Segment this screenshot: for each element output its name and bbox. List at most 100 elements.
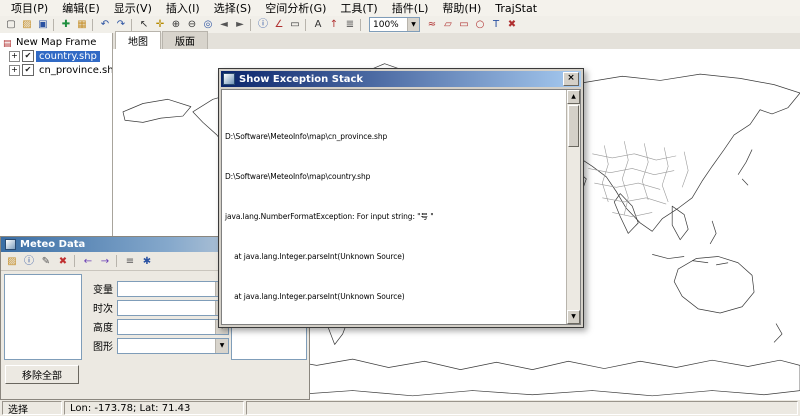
data-list-button[interactable]: ≡	[122, 254, 138, 269]
toolbar-button-icon: ▦	[77, 17, 86, 32]
draw-polyline-tool[interactable]: ≈	[424, 17, 440, 32]
draw-rectangle-tool[interactable]: ▭	[456, 17, 472, 32]
stack-trace-line: D:\Software\MeteoInfo\map\country.shp	[225, 172, 563, 182]
menu-item[interactable]: 选择(S)	[207, 0, 259, 17]
toolbar-button-icon: ←	[84, 254, 92, 269]
layers-tree: New Map Frame country.shp	[0, 33, 112, 80]
identify-tool[interactable]: ⓘ	[255, 17, 271, 32]
measure-tool[interactable]: ∠	[271, 17, 287, 32]
menu-item[interactable]: 显示(V)	[107, 0, 159, 17]
layer-label[interactable]: cn_province.shp	[36, 65, 113, 76]
dialog-scrollbar[interactable]: ▲ ▼	[566, 90, 580, 324]
zoom-previous-button[interactable]: ◄	[216, 17, 232, 32]
chevron-down-icon: ▼	[215, 339, 228, 353]
stack-trace-line: D:\Software\MeteoInfo\map\cn_province.sh…	[225, 132, 563, 142]
menu-bar: 项目(P) 编辑(E) 显示(V) 插入(I) 选择(S) 空间分析(G) 工具…	[0, 0, 800, 17]
open-project-button[interactable]: ▨	[19, 17, 35, 32]
field-combo[interactable]: ▼	[117, 300, 229, 316]
open-meteo-data-button[interactable]: ▦	[74, 17, 90, 32]
toolbar-button-icon: ∠	[275, 17, 284, 32]
menu-item[interactable]: 编辑(E)	[55, 0, 107, 17]
view-tab[interactable]: 地图	[115, 31, 161, 50]
remove-data-button[interactable]: ✖	[55, 254, 71, 269]
draw-setting-button[interactable]: ✱	[139, 254, 155, 269]
legend-editor-button[interactable]: ≣	[342, 17, 358, 32]
scrollbar-track[interactable]	[567, 148, 580, 310]
dataset-listbox[interactable]	[4, 274, 82, 360]
menu-item[interactable]: 项目(P)	[4, 0, 55, 17]
scrollbar-thumb[interactable]	[568, 105, 579, 147]
layer-visibility-checkbox[interactable]	[22, 50, 34, 62]
map-frame-node[interactable]: New Map Frame	[1, 36, 111, 49]
toolbar-button-icon: ▢	[6, 17, 15, 32]
field-combo[interactable]: ▼	[117, 319, 229, 335]
status-bar: 选择 Lon: -173.78; Lat: 71.43	[0, 400, 800, 416]
scroll-down-icon[interactable]: ▼	[567, 310, 580, 324]
toolbar-button-icon: ▣	[38, 17, 47, 32]
previous-time-button[interactable]: ←	[80, 254, 96, 269]
undo-button[interactable]: ↶	[97, 17, 113, 32]
toolbar-button-icon: ≡	[126, 254, 134, 269]
stack-trace-line: at java.lang.Integer.parseInt(Unknown So…	[225, 252, 563, 262]
close-icon[interactable]	[563, 72, 579, 86]
toolbar-button-icon: ▭	[459, 17, 468, 32]
toolbar-separator	[360, 19, 363, 31]
pan-tool[interactable]: ✛	[152, 17, 168, 32]
field-combo[interactable]: ▼	[117, 281, 229, 297]
redo-button[interactable]: ↷	[113, 17, 129, 32]
toolbar-separator	[53, 19, 56, 31]
toolbar-button-icon: ≈	[428, 17, 436, 32]
dialog-titlebar[interactable]: Show Exception Stack	[221, 71, 581, 87]
zoom-level-combo[interactable]: 100% ▼	[369, 17, 420, 32]
field-label: 图形	[85, 338, 113, 353]
field-combo[interactable]: ▼	[117, 338, 229, 354]
toolbar-separator	[74, 255, 77, 267]
label-button[interactable]: A	[310, 17, 326, 32]
toolbar-button-icon: ✛	[156, 17, 164, 32]
expand-icon[interactable]	[9, 51, 20, 62]
menu-item[interactable]: 插入(I)	[159, 0, 207, 17]
layer-row[interactable]: country.shp	[1, 49, 111, 63]
zoom-next-button[interactable]: ►	[232, 17, 248, 32]
data-info-button[interactable]: ⓘ	[21, 254, 37, 269]
new-project-button[interactable]: ▢	[3, 17, 19, 32]
zoom-in-tool[interactable]: ⊕	[168, 17, 184, 32]
menu-item[interactable]: TrajStat	[488, 1, 544, 16]
select-feature-tool[interactable]: ▭	[287, 17, 303, 32]
layer-row[interactable]: cn_province.shp	[1, 63, 111, 77]
zoom-out-tool[interactable]: ⊖	[184, 17, 200, 32]
dialog-client-area: D:\Software\MeteoInfo\map\cn_province.sh…	[221, 89, 581, 325]
insert-text-tool[interactable]: T	[488, 17, 504, 32]
toolbar-button-icon: ✖	[508, 17, 516, 32]
draw-polygon-tool[interactable]: ▱	[440, 17, 456, 32]
select-tool[interactable]: ↖	[136, 17, 152, 32]
full-extent-button[interactable]: ◎	[200, 17, 216, 32]
layer-label[interactable]: country.shp	[36, 51, 100, 62]
menu-item[interactable]: 空间分析(G)	[258, 0, 333, 17]
save-project-button[interactable]: ▣	[35, 17, 51, 32]
view-tab[interactable]: 版面	[162, 31, 208, 49]
next-time-button[interactable]: →	[97, 254, 113, 269]
menu-item[interactable]: 工具(T)	[333, 0, 384, 17]
expand-icon[interactable]	[9, 65, 20, 76]
open-data-button[interactable]: ▨	[4, 254, 20, 269]
toolbar-button-icon: →	[101, 254, 109, 269]
menu-item[interactable]: 插件(L)	[385, 0, 436, 17]
menu-item[interactable]: 帮助(H)	[435, 0, 488, 17]
exception-dialog: Show Exception Stack D:\Software\MeteoIn…	[218, 68, 584, 328]
clear-graphics-button[interactable]: ✖	[504, 17, 520, 32]
edit-data-button[interactable]: ✎	[38, 254, 54, 269]
layer-visibility-checkbox[interactable]	[22, 64, 34, 76]
dialog-icon	[223, 73, 235, 85]
toolbar-button-icon: ⓘ	[24, 254, 34, 269]
add-layer-button[interactable]: ✚	[58, 17, 74, 32]
north-arrow-button[interactable]: ↑	[326, 17, 342, 32]
scroll-up-icon[interactable]: ▲	[567, 90, 580, 104]
toolbar-separator	[92, 19, 95, 31]
field-row: 时次 ▼	[85, 300, 229, 315]
toolbar-button-icon: A	[315, 17, 322, 32]
zoom-level-value: 100%	[373, 20, 399, 30]
draw-circle-tool[interactable]: ○	[472, 17, 488, 32]
toolbar-button-icon: ✎	[42, 254, 50, 269]
remove-all-button[interactable]: 移除全部	[5, 365, 79, 384]
